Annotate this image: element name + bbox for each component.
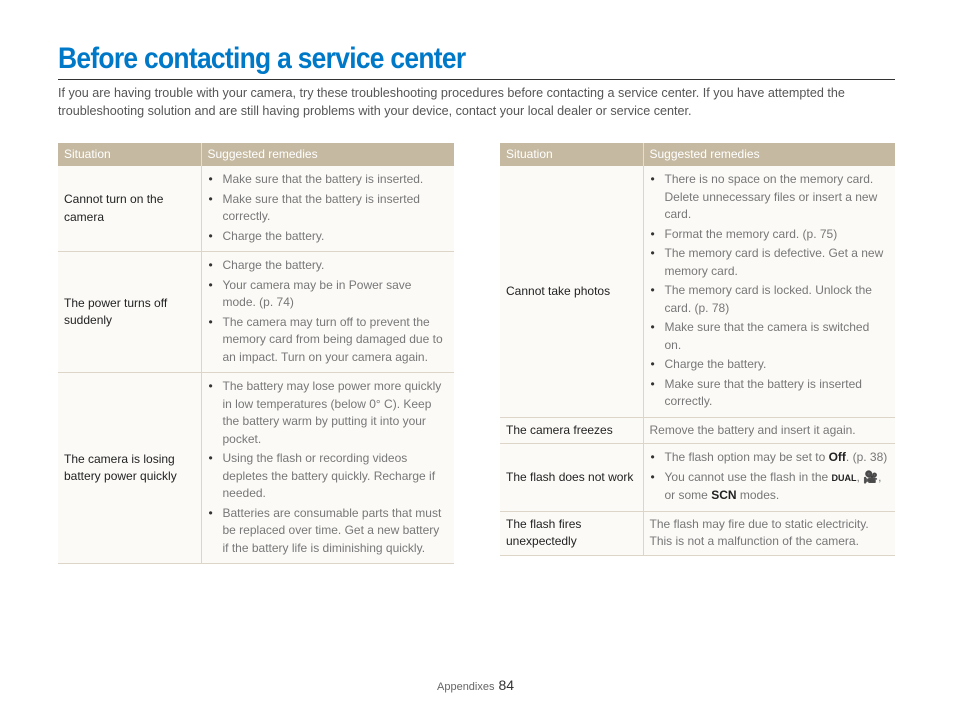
right-troubleshoot-table: Situation Suggested remedies Cannot take… [500,143,895,556]
table-row: The camera freezes Remove the battery an… [500,417,895,444]
remedy-item: There is no space on the memory card. De… [650,171,890,224]
off-label: Off [828,450,846,464]
remedy-item: The camera may turn off to prevent the m… [208,314,449,367]
remedy-item: Your camera may be in Power save mode. (… [208,277,449,312]
remedy-item: The memory card is locked. Unlock the ca… [650,282,890,317]
table-row: The flash does not work The flash option… [500,443,895,512]
remedy-item: Charge the battery. [208,257,449,275]
remedy-item: Charge the battery. [650,356,890,374]
page-title: Before contacting a service center [58,42,466,75]
remedy-text: Remove the battery and insert it again. [643,417,895,444]
scn-mode-icon: SCN [711,488,737,502]
situation-cell: Cannot take photos [500,166,644,418]
remedy-list: Charge the battery. Your camera may be in… [208,257,449,366]
remedy-list: Make sure that the battery is inserted. M… [208,171,449,245]
situation-cell: The power turns off suddenly [58,251,202,373]
video-mode-icon: 🎥 [863,469,879,484]
intro-text: If you are having trouble with your came… [58,86,845,118]
remedy-item: Make sure that the battery is inserted c… [208,191,449,226]
remedy-item: The flash option may be set to Off. (p. … [650,449,890,467]
left-troubleshoot-table: Situation Suggested remedies Cannot turn… [58,143,454,564]
table-row: The camera is losing battery power quick… [58,372,454,564]
header-situation: Situation [58,143,202,166]
header-remedies: Suggested remedies [201,143,454,166]
title-rule [58,79,895,80]
table-row: The flash fires unexpectedly The flash m… [500,511,895,556]
page-footer: Appendixes 84 [437,677,514,693]
remedy-item: Using the flash or recording videos depl… [208,450,449,503]
remedy-list: There is no space on the memory card. De… [650,171,890,411]
header-remedies: Suggested remedies [643,143,895,166]
page-number: 84 [498,677,515,693]
remedy-item: Batteries are consumable parts that must… [208,505,449,558]
situation-cell: Cannot turn on the camera [58,166,202,252]
table-row: The power turns off suddenlyCharge the b… [58,251,454,373]
remedy-item: Format the memory card. (p. 75) [650,226,890,244]
remedy-list: The flash option may be set to Off. (p. … [650,449,890,505]
table-row: Cannot turn on the cameraMake sure that … [58,166,454,252]
remedy-item: Make sure that the camera is switched on… [650,319,890,354]
remedy-item: Make sure that the battery is inserted c… [650,376,890,411]
situation-cell: The flash does not work [500,443,644,512]
table-row: Cannot take photos There is no space on … [500,166,895,418]
header-situation: Situation [500,143,644,166]
remedy-text: The flash may fire due to static electri… [643,511,895,556]
remedy-item: Charge the battery. [208,228,449,246]
remedy-list: The battery may lose power more quickly … [208,378,449,557]
remedy-item: The memory card is defective. Get a new … [650,245,890,280]
situation-cell: The camera is losing battery power quick… [58,372,202,564]
situation-cell: The camera freezes [500,417,644,444]
remedy-item: The battery may lose power more quickly … [208,378,449,448]
dual-is-mode-icon: DUAL [831,472,857,483]
situation-cell: The flash fires unexpectedly [500,511,644,556]
remedy-item: Make sure that the battery is inserted. [208,171,449,189]
remedy-item: You cannot use the flash in the DUAL, 🎥,… [650,469,890,505]
section-name: Appendixes [437,681,495,693]
